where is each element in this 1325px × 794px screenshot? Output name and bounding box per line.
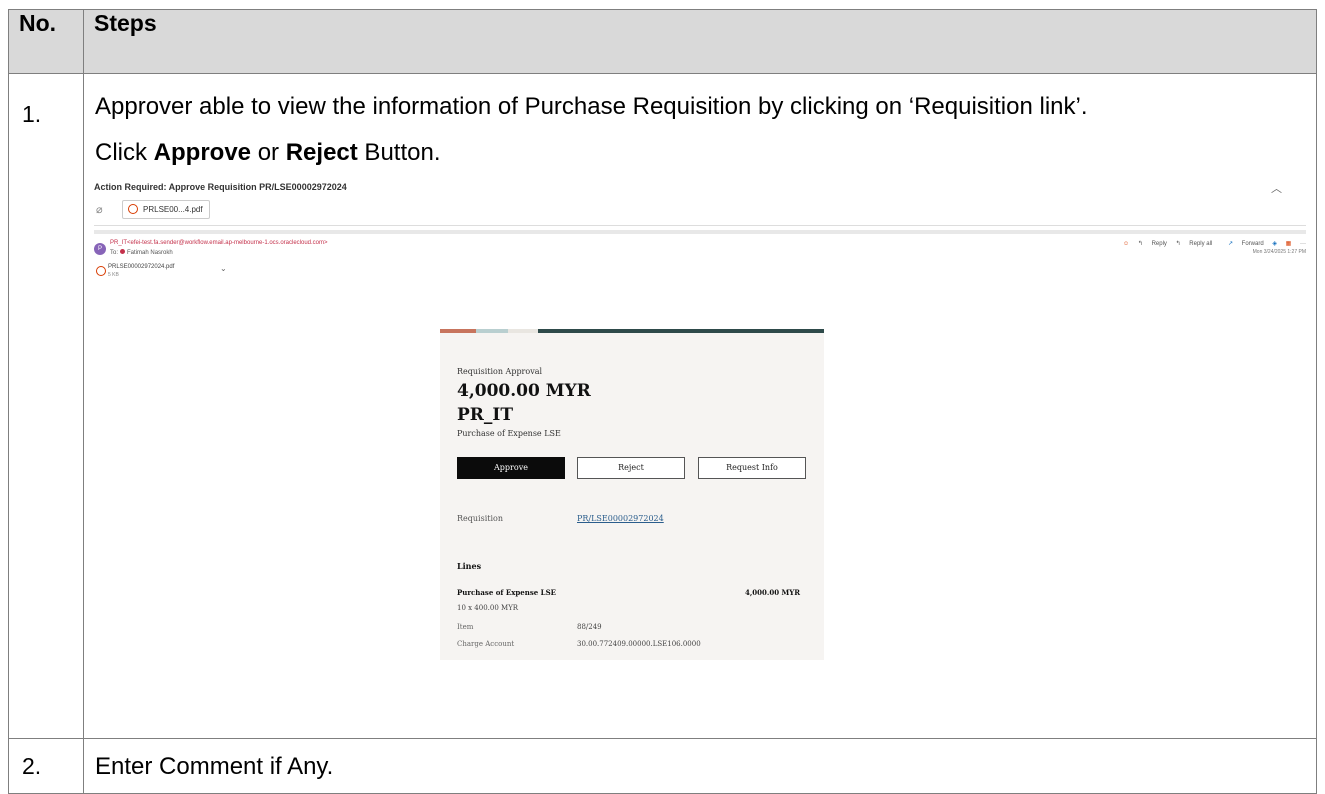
apps-icon[interactable]: ▦: [1286, 241, 1292, 247]
request-info-button[interactable]: Request Info: [698, 457, 806, 479]
email-actions: ☺ ↰ Reply ↰ Reply all ↗ Forward ◈ ▦ ···: [1116, 240, 1306, 247]
line-name: Purchase of Expense LSE: [457, 588, 556, 597]
teams-icon[interactable]: ◈: [1272, 241, 1277, 247]
attachment-bar: ⌀ PRLSE00...4.pdf: [94, 195, 1306, 226]
attachment-file[interactable]: PRLSE00002972024.pdf 5 KB ⌄: [94, 262, 236, 283]
email-subject: Action Required: Approve Requisition PR/…: [94, 182, 347, 192]
approve-button[interactable]: Approve: [457, 457, 565, 479]
requisition-amount: 4,000.00 MYR: [457, 381, 591, 401]
banner-image: [440, 329, 824, 333]
charge-account-label: Charge Account: [457, 640, 515, 648]
chevron-up-icon[interactable]: ︿: [1271, 182, 1282, 196]
email-screenshot: Action Required: Approve Requisition PR/…: [94, 182, 1314, 667]
step-instruction: Approver able to view the information of…: [95, 93, 1088, 120]
item-label: Item: [457, 623, 474, 631]
item-value: 88/249: [577, 623, 602, 631]
step-instruction-2: Click Approve or Reject Button.: [95, 139, 441, 166]
divider: [94, 230, 1306, 234]
attachment-chip[interactable]: PRLSE00...4.pdf: [122, 200, 210, 219]
pdf-icon: [128, 204, 138, 214]
avatar: P: [94, 243, 106, 255]
step-instruction: Enter Comment if Any.: [95, 753, 334, 780]
chevron-down-icon[interactable]: ⌄: [220, 264, 227, 273]
steps-table: No. Steps 1. Approver able to view the i…: [8, 9, 1317, 794]
requisition-link[interactable]: PR/LSE00002972024: [577, 514, 664, 523]
step-content: Approver able to view the information of…: [83, 73, 1317, 739]
recipient-line: To: Fatimah Nasrokh: [110, 249, 173, 256]
forward-button[interactable]: ↗ Forward: [1221, 241, 1264, 247]
charge-account-value: 30.00.772409.00000.LSE106.0000: [577, 640, 701, 648]
table-header-row: No. Steps: [8, 9, 1317, 74]
requisition-card: Requisition Approval 4,000.00 MYR PR_IT …: [440, 329, 824, 660]
header-steps: Steps: [83, 9, 1317, 74]
line-amount: 4,000.00 MYR: [745, 588, 801, 597]
more-button[interactable]: ···: [1300, 241, 1306, 247]
pdf-icon: [96, 266, 106, 276]
sender-address[interactable]: PR_IT<efei-test.fa.sender@workflow.email…: [110, 240, 328, 246]
reply-button[interactable]: ↰ Reply: [1138, 241, 1167, 247]
table-row: 1. Approver able to view the information…: [8, 73, 1317, 739]
line-quantity: 10 x 400.00 MYR: [457, 604, 519, 612]
email-date: Mon 3/24/2025 1:27 PM: [1252, 249, 1306, 255]
lines-heading: Lines: [457, 561, 482, 571]
paperclip-icon: ⌀: [96, 204, 103, 216]
smiley-icon[interactable]: ☺: [1123, 241, 1129, 247]
requisition-label: Requisition: [457, 514, 503, 523]
requisition-description: Purchase of Expense LSE: [457, 429, 561, 438]
requisition-code: PR_IT: [457, 405, 514, 425]
reply-all-button[interactable]: ↰ Reply all: [1176, 241, 1213, 247]
step-number: 1.: [8, 73, 84, 739]
card-label: Requisition Approval: [457, 367, 543, 376]
header-no: No.: [8, 9, 84, 74]
reject-button[interactable]: Reject: [577, 457, 685, 479]
